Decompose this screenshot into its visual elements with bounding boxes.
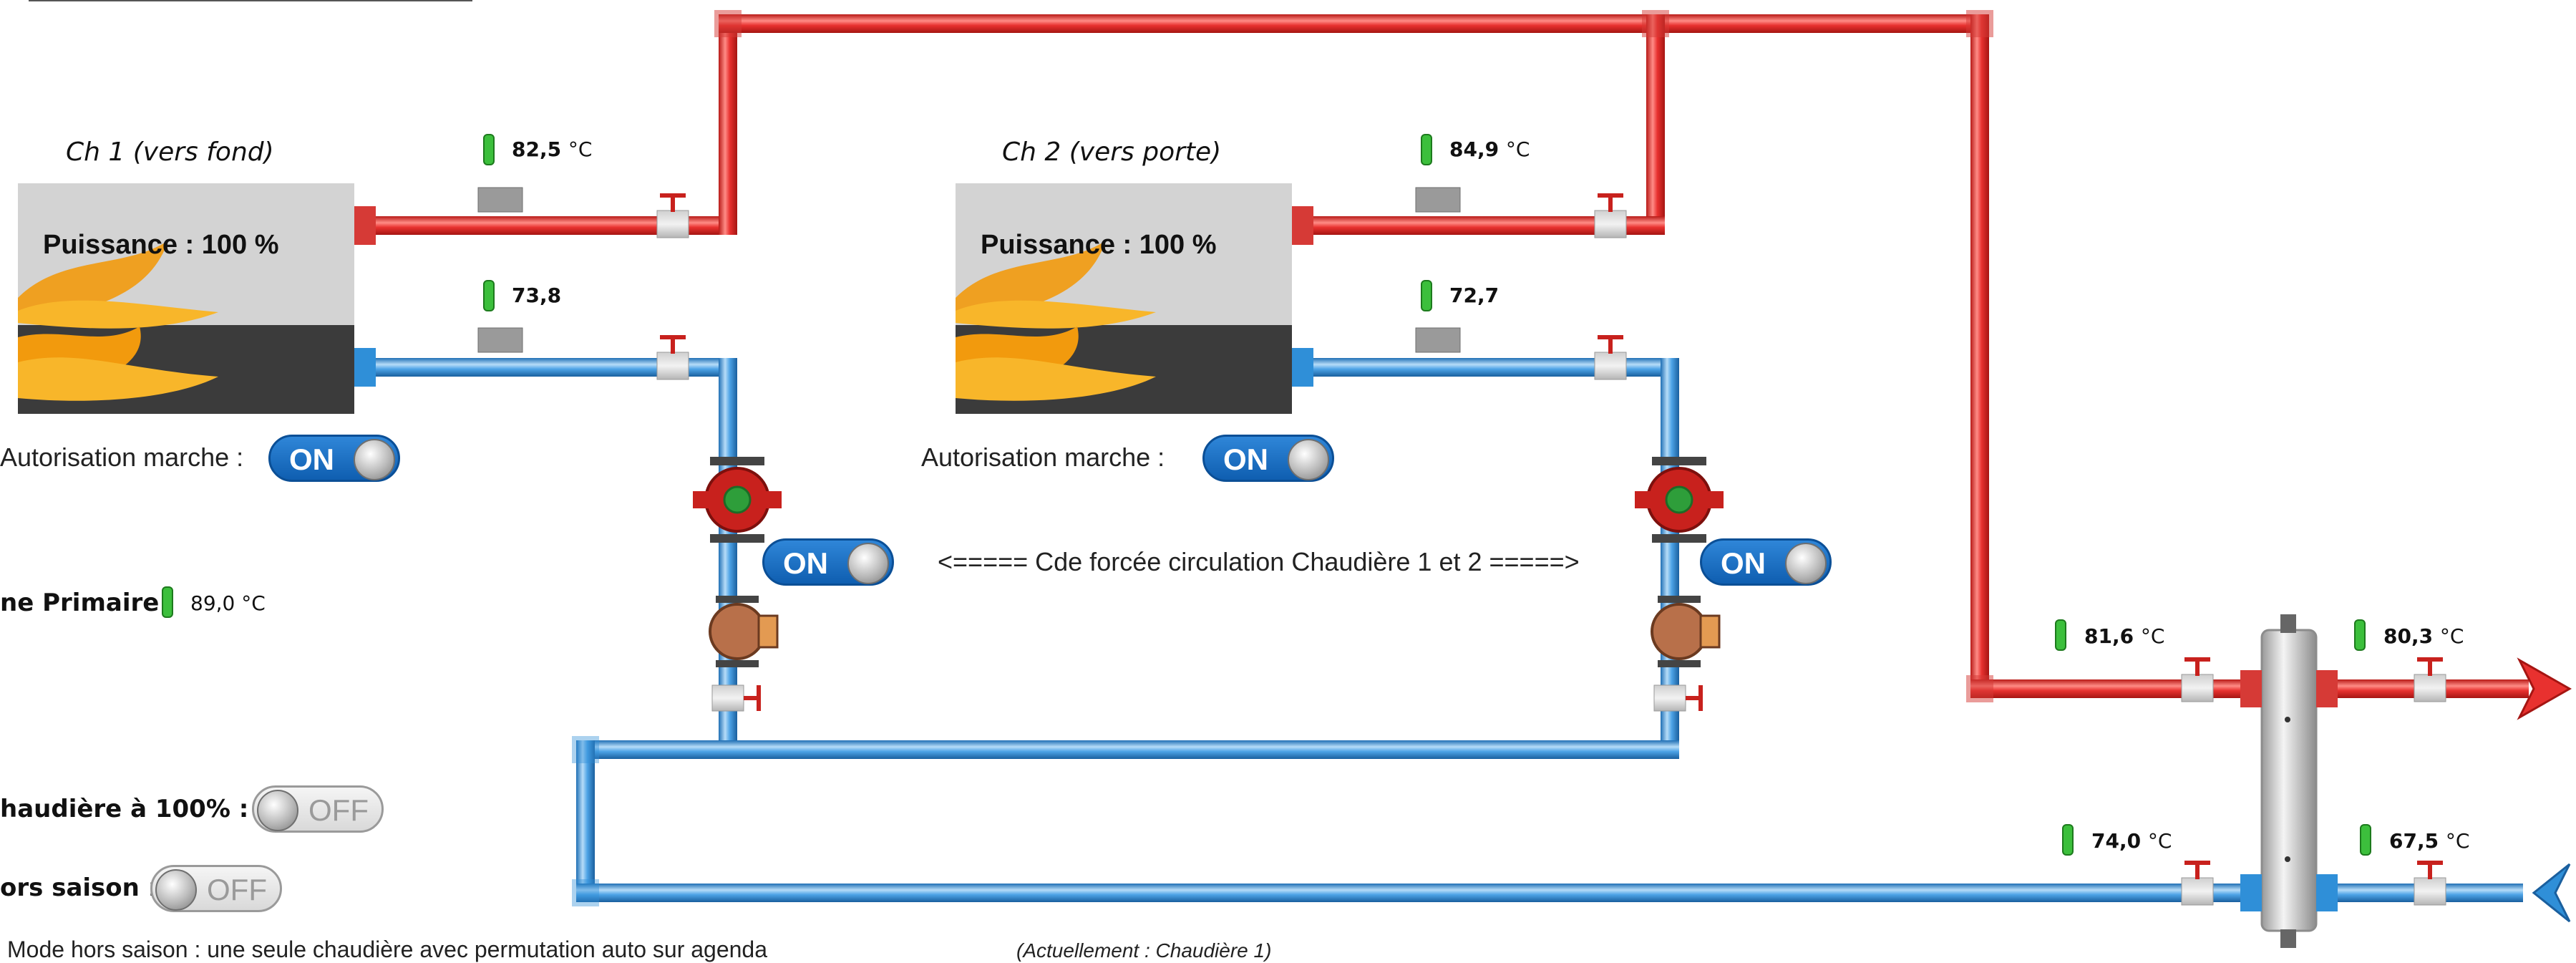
boiler-1-name: Ch 1 (vers fond) [66, 137, 274, 167]
boiler-1[interactable]: Puissance : 100 % [18, 183, 354, 414]
current-boiler-note: (Actuellement : Chaudière 1) [1016, 939, 1272, 962]
toggle-knob [155, 869, 197, 911]
separator-hot-in-temp: 81,6 °C [2084, 624, 2165, 648]
boiler-1-supply-temp: 82,5 °C [512, 137, 593, 161]
primary-temp: 89,0 °C [190, 591, 266, 615]
flame-icon [956, 241, 1156, 401]
flame-icon [18, 241, 218, 401]
boiler-1-power: Puissance : 100 % [43, 230, 279, 260]
hors-saison-note: Mode hors saison : une seule chaudière a… [7, 937, 768, 962]
primary-label: ne Primaire [0, 589, 160, 617]
chaudiere-100-label: haudière à 100% : [0, 795, 249, 823]
separator-hot-out-temp: 80,3 °C [2383, 624, 2464, 648]
chaudiere-100-toggle[interactable]: OFF [252, 785, 384, 833]
hors-saison-label: ors saison : [0, 874, 158, 902]
forced-circulation-label: <===== Cde forcée circulation Chaudière … [938, 547, 1580, 576]
boiler-2-supply-temp: 84,9 °C [1449, 137, 1530, 161]
boiler-2-autorisation-toggle[interactable]: ON [1202, 435, 1334, 482]
hydraulic-synoptic: Ch 1 (vers fond) Puissance : 100 % 82,5 … [0, 0, 2576, 962]
cold-pipe-network [354, 358, 2571, 923]
pump-1-toggle[interactable]: ON [762, 538, 894, 586]
pump-2-toggle[interactable]: ON [1700, 538, 1832, 586]
boiler-2-autorisation-label: Autorisation marche : [921, 442, 1165, 472]
toggle-knob [257, 790, 298, 831]
toggle-knob [847, 543, 889, 584]
boiler-1-return-temp: 73,8 [512, 284, 562, 307]
toggle-knob [1785, 543, 1827, 584]
separator-cold-out-temp: 67,5 °C [2389, 829, 2470, 853]
boiler-2-return-temp: 72,7 [1449, 284, 1500, 307]
separator-cold-in-temp: 74,0 °C [2091, 829, 2172, 853]
boiler-1-autorisation-toggle[interactable]: ON [268, 435, 400, 482]
boiler-1-autorisation-label: Autorisation marche : [0, 442, 244, 472]
boiler-2-power: Puissance : 100 % [981, 230, 1217, 260]
toggle-knob [354, 439, 395, 480]
hydraulic-separator-icon [2240, 614, 2338, 948]
hors-saison-toggle[interactable]: OFF [150, 865, 282, 912]
boiler-2[interactable]: Puissance : 100 % [956, 183, 1292, 414]
toggle-knob [1288, 439, 1329, 480]
top-divider [29, 0, 472, 1]
boiler-2-name: Ch 2 (vers porte) [1002, 137, 1222, 167]
